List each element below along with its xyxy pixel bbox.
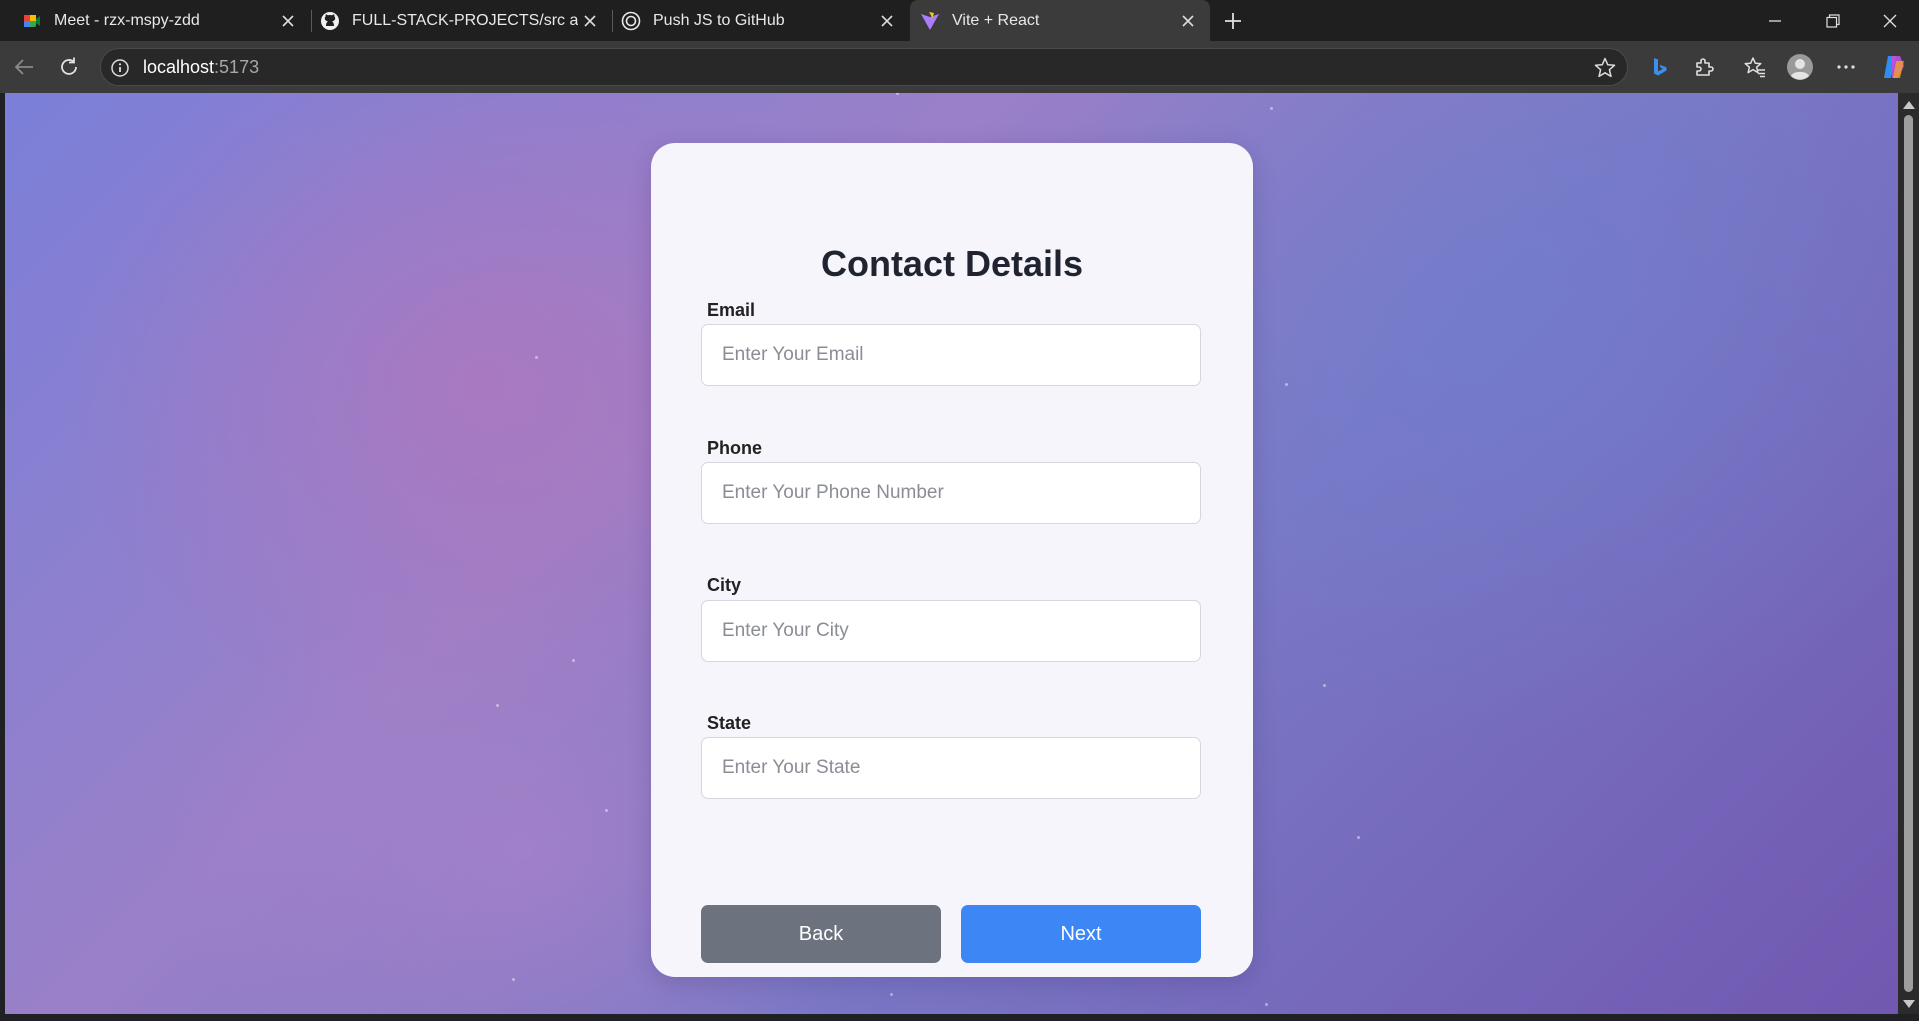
phone-field[interactable]	[701, 462, 1201, 524]
back-button[interactable]: Back	[701, 905, 941, 963]
extensions-icon[interactable]	[1686, 49, 1722, 85]
background-sparkle	[1323, 684, 1326, 687]
city-field[interactable]	[701, 600, 1201, 662]
next-button[interactable]: Next	[961, 905, 1201, 963]
email-field[interactable]	[701, 324, 1201, 386]
tab-chatgpt[interactable]: Push JS to GitHub	[613, 0, 909, 41]
url-port: :5173	[214, 57, 260, 77]
browser-toolbar: localhost:5173	[0, 41, 1919, 93]
address-bar[interactable]: localhost:5173	[100, 48, 1628, 86]
close-tab-icon[interactable]	[1176, 9, 1200, 33]
favorite-star-icon[interactable]	[1593, 56, 1617, 80]
background-sparkle	[512, 978, 515, 981]
copilot-icon[interactable]	[1876, 49, 1912, 85]
scrollbar-thumb[interactable]	[1904, 115, 1913, 992]
background-sparkle	[896, 93, 899, 95]
scroll-up-arrow-icon[interactable]	[1903, 101, 1915, 109]
vite-icon	[920, 11, 940, 31]
close-tab-icon[interactable]	[875, 9, 899, 33]
close-tab-icon[interactable]	[578, 9, 602, 33]
tab-meet[interactable]: Meet - rzx-mspy-zdd	[0, 0, 310, 41]
state-label: State	[707, 713, 752, 733]
page-scrollbar[interactable]	[1898, 93, 1919, 1014]
background-sparkle	[1285, 383, 1288, 386]
tab-title: Push JS to GitHub	[653, 11, 785, 29]
minimize-icon[interactable]	[1746, 0, 1804, 41]
site-info-icon[interactable]	[110, 58, 130, 78]
url-host: localhost	[143, 57, 215, 77]
more-options-icon[interactable]	[1828, 49, 1864, 85]
tab-strip: Meet - rzx-mspy-zdd FULL-STACK-PROJECTS/…	[0, 0, 1919, 41]
profile-avatar-icon[interactable]	[1782, 49, 1818, 85]
github-icon	[320, 11, 340, 31]
background-sparkle	[572, 659, 575, 662]
background-sparkle	[1265, 1003, 1268, 1006]
background-sparkle	[1357, 836, 1360, 839]
background-sparkle	[535, 356, 538, 359]
background-sparkle	[605, 809, 608, 812]
tab-title: Meet - rzx-mspy-zdd	[54, 11, 200, 29]
email-label: Email	[707, 300, 756, 320]
new-tab-icon[interactable]	[1219, 7, 1247, 35]
page-viewport: Contact Details Email Phone City State B…	[5, 93, 1898, 1014]
chatgpt-icon	[621, 11, 641, 31]
google-meet-icon	[22, 11, 42, 31]
tab-github[interactable]: FULL-STACK-PROJECTS/src at main	[312, 0, 612, 41]
close-tab-icon[interactable]	[276, 9, 300, 33]
url-text: localhost:5173	[143, 49, 259, 85]
background-sparkle	[1270, 107, 1273, 110]
tab-title: FULL-STACK-PROJECTS/src at main	[352, 11, 578, 29]
phone-label: Phone	[707, 438, 763, 458]
favorites-icon[interactable]	[1737, 49, 1773, 85]
contact-details-form: Contact Details Email Phone City State B…	[651, 143, 1253, 977]
refresh-icon[interactable]	[51, 49, 87, 85]
tab-vite-react[interactable]: Vite + React	[910, 0, 1210, 41]
city-label: City	[707, 575, 742, 595]
state-field[interactable]	[701, 737, 1201, 799]
tab-title: Vite + React	[952, 11, 1040, 29]
scroll-down-arrow-icon[interactable]	[1903, 1000, 1915, 1008]
background-sparkle	[496, 704, 499, 707]
bing-icon[interactable]	[1642, 49, 1678, 85]
restore-icon[interactable]	[1804, 0, 1862, 41]
back-arrow-icon[interactable]	[6, 49, 42, 85]
background-sparkle	[890, 993, 893, 996]
page-title: Contact Details	[820, 243, 1084, 284]
close-window-icon[interactable]	[1861, 0, 1919, 41]
